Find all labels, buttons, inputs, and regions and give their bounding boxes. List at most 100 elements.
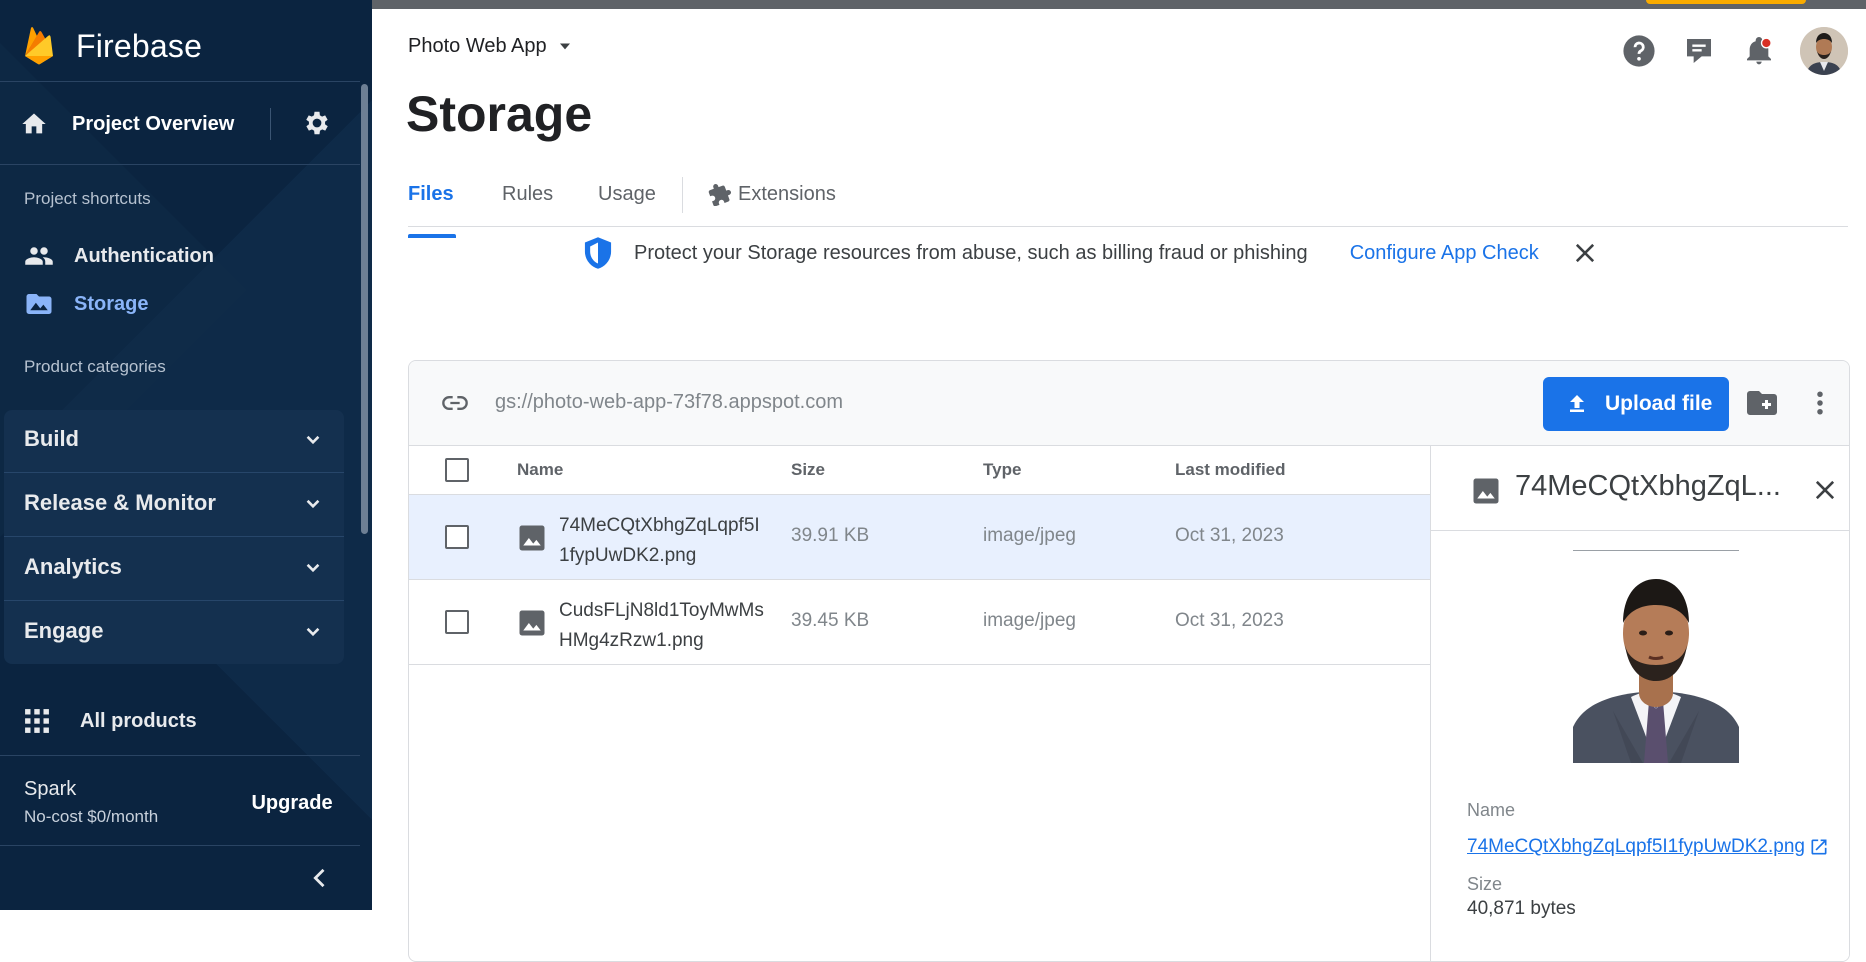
chevron-down-icon	[306, 435, 320, 445]
storage-browser: gs://photo-web-app-73f78.appspot.com Upl…	[408, 360, 1850, 962]
upload-file-button[interactable]: Upload file	[1543, 377, 1729, 431]
apps-grid-icon	[25, 709, 49, 733]
header-actions	[1598, 27, 1848, 75]
column-header-name[interactable]: Name	[517, 460, 563, 480]
image-preview[interactable]	[1573, 550, 1739, 763]
size-label: Size	[1467, 874, 1503, 894]
chevron-left-icon[interactable]	[306, 864, 334, 892]
category-label: Build	[24, 426, 79, 451]
category-engage[interactable]: Engage	[4, 600, 344, 662]
file-modified: Oct 31, 2023	[1175, 525, 1284, 546]
all-products-link[interactable]: All products	[0, 700, 360, 742]
sidebar-item-label: Authentication	[74, 244, 214, 267]
image-file-icon	[519, 610, 545, 636]
notifications-icon	[1747, 37, 1772, 65]
caret-down-icon	[559, 43, 570, 50]
files-table: Name Size Type Last modified 74MeCQtXbhg…	[409, 446, 1430, 665]
tab-files[interactable]: Files	[408, 183, 456, 238]
column-header-size[interactable]: Size	[791, 460, 825, 480]
sidebar: Firebase Project Overview Project shortc…	[0, 0, 372, 910]
active-tab-indicator	[408, 234, 456, 238]
home-icon	[22, 113, 46, 134]
project-switcher[interactable]: Photo Web App	[408, 31, 575, 61]
file-type: image/jpeg	[983, 525, 1076, 546]
select-all-checkbox[interactable]	[445, 458, 469, 482]
file-size: 39.45 KB	[791, 610, 870, 631]
file-size: 39.91 KB	[791, 525, 870, 546]
category-release-monitor[interactable]: Release & Monitor	[4, 472, 344, 534]
category-label: Release & Monitor	[24, 490, 216, 515]
chevron-down-icon	[306, 499, 320, 509]
row-checkbox[interactable]	[445, 525, 469, 549]
file-download-link[interactable]: 74MeCQtXbhgZqLqpf5I1fypUwDK2.png	[1467, 836, 1829, 858]
banner-message: Protect your Storage resources from abus…	[634, 241, 1308, 264]
detail-header: 74MeCQtXbhgZqL...	[1431, 446, 1849, 531]
sidebar-divider	[0, 81, 360, 82]
brand-name: Firebase	[76, 27, 203, 64]
create-folder-icon[interactable]	[1744, 385, 1780, 421]
open-in-new-icon	[1811, 839, 1827, 855]
tab-rules[interactable]: Rules	[502, 183, 553, 225]
help-button[interactable]	[1620, 32, 1658, 70]
table-row[interactable]: 74MeCQtXbhgZqLqpf5I1fypUwDK2.png 39.91 K…	[409, 495, 1430, 580]
sidebar-item-authentication[interactable]: Authentication	[0, 236, 360, 276]
tab-label: Rules	[502, 183, 554, 205]
sidebar-item-storage[interactable]: Storage	[0, 284, 360, 324]
table-row[interactable]: CudsFLjN8ld1ToyMwMsHMg4zRzw1.png 39.45 K…	[409, 580, 1430, 665]
plan-cost: No-cost $0/month	[24, 807, 159, 826]
sidebar-scrollbar[interactable]	[361, 84, 368, 534]
upgrade-button[interactable]: Upgrade	[240, 786, 344, 820]
firebase-logo-link[interactable]: Firebase	[22, 24, 202, 68]
column-header-last-modified[interactable]: Last modified	[1175, 460, 1286, 480]
feedback-icon	[1687, 39, 1711, 63]
category-build[interactable]: Build	[4, 408, 344, 470]
plan-name: Spark	[24, 778, 77, 800]
file-name[interactable]: CudsFLjN8ld1ToyMwMsHMg4zRzw1.png	[559, 596, 769, 656]
sidebar-divider	[0, 845, 360, 846]
browser-top-strip	[372, 0, 1866, 9]
shield-icon	[584, 237, 612, 269]
bucket-path[interactable]: gs://photo-web-app-73f78.appspot.com	[495, 391, 843, 414]
chevron-down-icon	[306, 563, 320, 573]
project-overview-link[interactable]: Project Overview	[0, 96, 360, 152]
people-icon	[25, 247, 53, 265]
shortcuts-heading: Project shortcuts	[24, 189, 151, 208]
divider	[270, 108, 271, 140]
tab-extensions[interactable]: Extensions	[708, 183, 836, 225]
sidebar-divider	[0, 164, 360, 165]
close-icon[interactable]	[1571, 239, 1599, 267]
more-vert-icon[interactable]	[1805, 385, 1835, 421]
detail-title: 74MeCQtXbhgZqL...	[1515, 470, 1781, 502]
column-header-type[interactable]: Type	[983, 460, 1021, 480]
app-check-banner: Protect your Storage resources from abus…	[582, 233, 1599, 273]
file-name[interactable]: 74MeCQtXbhgZqLqpf5I1fypUwDK2.png	[559, 511, 769, 571]
link-icon[interactable]	[439, 389, 471, 417]
configure-app-check-link[interactable]: Configure App Check	[1350, 242, 1539, 265]
sidebar-divider	[0, 755, 360, 756]
tab-usage[interactable]: Usage	[598, 183, 656, 225]
feedback-button[interactable]	[1680, 32, 1718, 70]
file-type: image/jpeg	[983, 610, 1076, 631]
category-analytics[interactable]: Analytics	[4, 536, 344, 598]
portrait-photo	[1573, 551, 1739, 763]
main-content: Photo Web App Storage Files Rules Usage …	[372, 9, 1866, 962]
tab-divider	[682, 177, 683, 213]
project-name: Photo Web App	[408, 34, 547, 57]
chevron-down-icon	[306, 627, 320, 637]
upload-label: Upload file	[1605, 392, 1713, 415]
page-title: Storage	[406, 86, 593, 142]
bucket-toolbar: gs://photo-web-app-73f78.appspot.com Upl…	[409, 361, 1849, 446]
close-icon[interactable]	[1811, 476, 1839, 504]
tab-bar: Files Rules Usage Extensions	[408, 171, 1848, 238]
table-header: Name Size Type Last modified	[409, 446, 1430, 495]
category-label: Engage	[24, 618, 104, 643]
project-overview-label: Project Overview	[72, 112, 235, 135]
row-checkbox[interactable]	[445, 610, 469, 634]
notifications-button[interactable]	[1740, 32, 1778, 70]
browser-accent	[1646, 0, 1806, 4]
all-products-label: All products	[80, 709, 197, 732]
photo-folder-icon	[26, 294, 52, 314]
avatar[interactable]	[1800, 27, 1848, 75]
gear-icon[interactable]	[302, 108, 332, 138]
file-detail-panel: 74MeCQtXbhgZqL... Name 74MeCQtXbhgZqLqpf…	[1430, 446, 1849, 961]
